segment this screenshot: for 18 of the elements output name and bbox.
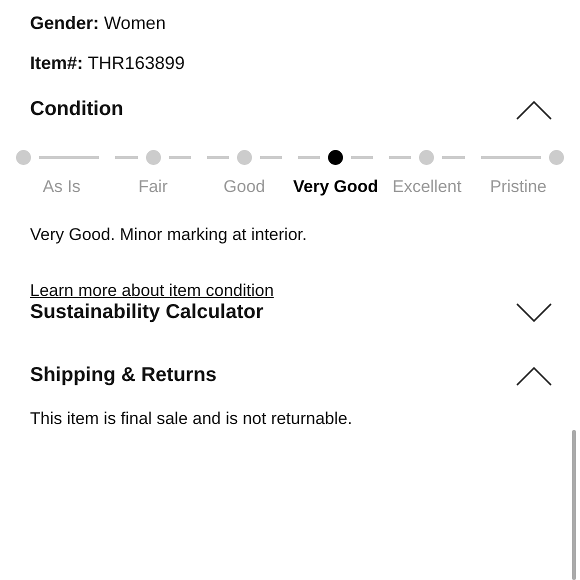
scrollbar[interactable]: [572, 430, 576, 580]
section-title: Sustainability Calculator: [30, 301, 264, 324]
item-detail: Gender: Women: [30, 12, 167, 35]
condition-label: Excellent: [392, 177, 462, 197]
chevron-icon[interactable]: [516, 302, 552, 322]
section-title: Shipping & Returns: [30, 364, 217, 387]
chevron-icon[interactable]: [516, 100, 552, 120]
section-text: This item is final sale and is not returnable.: [30, 409, 354, 429]
chevron-icon[interactable]: [516, 366, 552, 386]
condition-label: Fair: [138, 177, 168, 197]
condition-label: Pristine: [490, 177, 547, 197]
section-title: Condition: [30, 98, 124, 121]
condition-description: Very Good. Minor marking at interior.: [30, 225, 308, 245]
condition-label: Good: [224, 177, 266, 197]
item-detail: Item#: THR163899: [30, 52, 186, 75]
condition-link[interactable]: Learn more about item condition: [30, 281, 274, 301]
condition-label: As Is: [42, 177, 81, 197]
condition-label: Very Good: [293, 177, 378, 197]
